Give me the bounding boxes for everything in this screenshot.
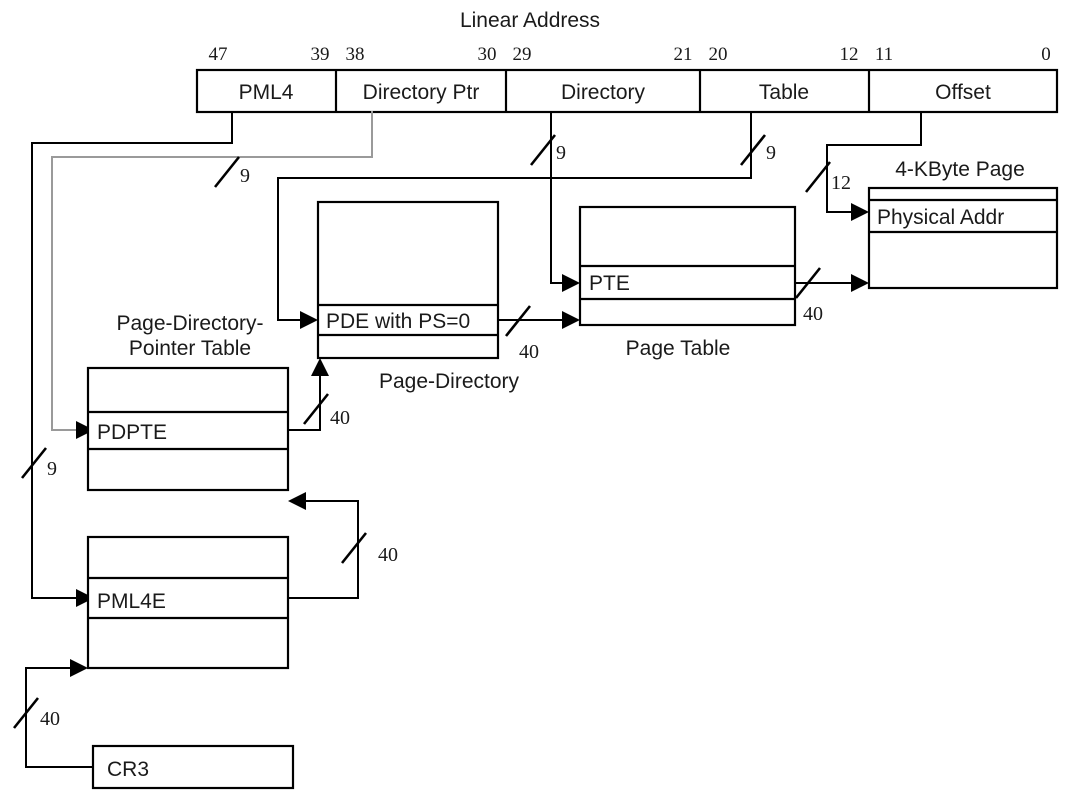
- slash-pml4-width: [20, 447, 48, 479]
- width-label-table: 9: [766, 142, 776, 164]
- wire-pde-to-page-table-base: 40: [497, 305, 580, 363]
- entry-label-cr3: CR3: [107, 758, 149, 781]
- wire-pte-to-page-base: 40: [794, 267, 869, 325]
- table-page-directory-pointer: Page-Directory- Pointer Table PDPTE: [86, 312, 290, 492]
- wire-pml4e-to-pdpt-base: 40: [287, 492, 398, 599]
- width-label-pde-out: 40: [519, 341, 539, 363]
- arrowhead-page-base: [851, 274, 869, 292]
- table-page-table: PTE Page Table: [578, 205, 797, 360]
- caption-page-table: Page Table: [626, 337, 731, 360]
- wire-pdpte-to-page-directory-base: 40: [287, 358, 350, 431]
- width-label-directory-ptr: 9: [240, 165, 250, 187]
- width-label-pml4e-out: 40: [378, 544, 398, 566]
- width-label-pml4: 9: [47, 458, 57, 480]
- width-label-offset: 12: [831, 172, 851, 194]
- field-label-directory-ptr: Directory Ptr: [363, 81, 480, 104]
- width-label-pdpte-out: 40: [330, 407, 350, 429]
- bit-marker-38: 38: [346, 44, 365, 65]
- entry-label-pte: PTE: [589, 272, 630, 295]
- bit-marker-39: 39: [311, 44, 330, 65]
- arrowhead-pte-index: [562, 274, 580, 292]
- caption-pdpt-line1: Page-Directory-: [116, 312, 263, 335]
- field-label-directory: Directory: [561, 81, 646, 104]
- caption-page-directory: Page-Directory: [379, 370, 520, 393]
- linear-address-bar: PML4 Directory Ptr Directory Table Offse…: [195, 68, 1059, 114]
- slash-dirptr-width: [213, 156, 241, 188]
- register-cr3: CR3: [91, 744, 295, 790]
- width-label-directory: 9: [556, 142, 566, 164]
- entry-label-physical-addr: Physical Addr: [877, 206, 1004, 229]
- slash-table-width: [739, 134, 767, 166]
- arrowhead-page-directory-base: [311, 358, 329, 376]
- bit-marker-29: 29: [513, 44, 532, 65]
- slash-pdpte-out-width: [302, 393, 330, 425]
- entry-label-pdpte: PDPTE: [97, 421, 167, 444]
- bit-marker-47: 47: [209, 44, 228, 65]
- table-four-kbyte-page: 4-KByte Page Physical Addr: [867, 158, 1059, 290]
- bit-marker-30: 30: [478, 44, 497, 65]
- width-label-pte-out: 40: [803, 303, 823, 325]
- bit-marker-group: 47 39 38 30 29 21 20 12 11 0: [209, 44, 1051, 65]
- bit-marker-0: 0: [1041, 44, 1051, 65]
- arrowhead-page-table-base: [562, 311, 580, 329]
- caption-four-kbyte-page: 4-KByte Page: [895, 158, 1025, 181]
- entry-label-pml4e: PML4E: [97, 590, 166, 613]
- bit-marker-20: 20: [709, 44, 728, 65]
- arrowhead-pml4-table-base: [70, 659, 88, 677]
- field-label-pml4: PML4: [239, 81, 294, 104]
- arrowhead-pde-index: [300, 311, 318, 329]
- field-label-table: Table: [759, 81, 809, 104]
- field-label-offset: Offset: [935, 81, 991, 104]
- paging-diagram-root: Linear Address 47 39 38 30 29 21 20 12 1…: [0, 0, 1080, 796]
- caption-pdpt-line2: Pointer Table: [129, 337, 251, 360]
- four-kbyte-page-outline: [867, 186, 1059, 290]
- bit-marker-12: 12: [840, 44, 859, 65]
- bit-marker-11: 11: [875, 44, 893, 65]
- arrowhead-pdpt-base: [288, 492, 306, 510]
- width-label-cr3-out: 40: [40, 708, 60, 730]
- arrowhead-page-offset: [851, 203, 869, 221]
- entry-label-pde: PDE with PS=0: [326, 310, 470, 333]
- bit-marker-21: 21: [674, 44, 693, 65]
- linear-address-translation-diagram: Linear Address 47 39 38 30 29 21 20 12 1…: [12, 9, 1059, 790]
- table-page-directory: PDE with PS=0 Page-Directory: [316, 200, 520, 393]
- slash-cr3-out-width: [340, 532, 368, 564]
- wire-cr3-to-pml4-base: 40: [12, 659, 94, 768]
- diagram-title: Linear Address: [460, 9, 600, 32]
- table-pml4: PML4E: [86, 535, 290, 670]
